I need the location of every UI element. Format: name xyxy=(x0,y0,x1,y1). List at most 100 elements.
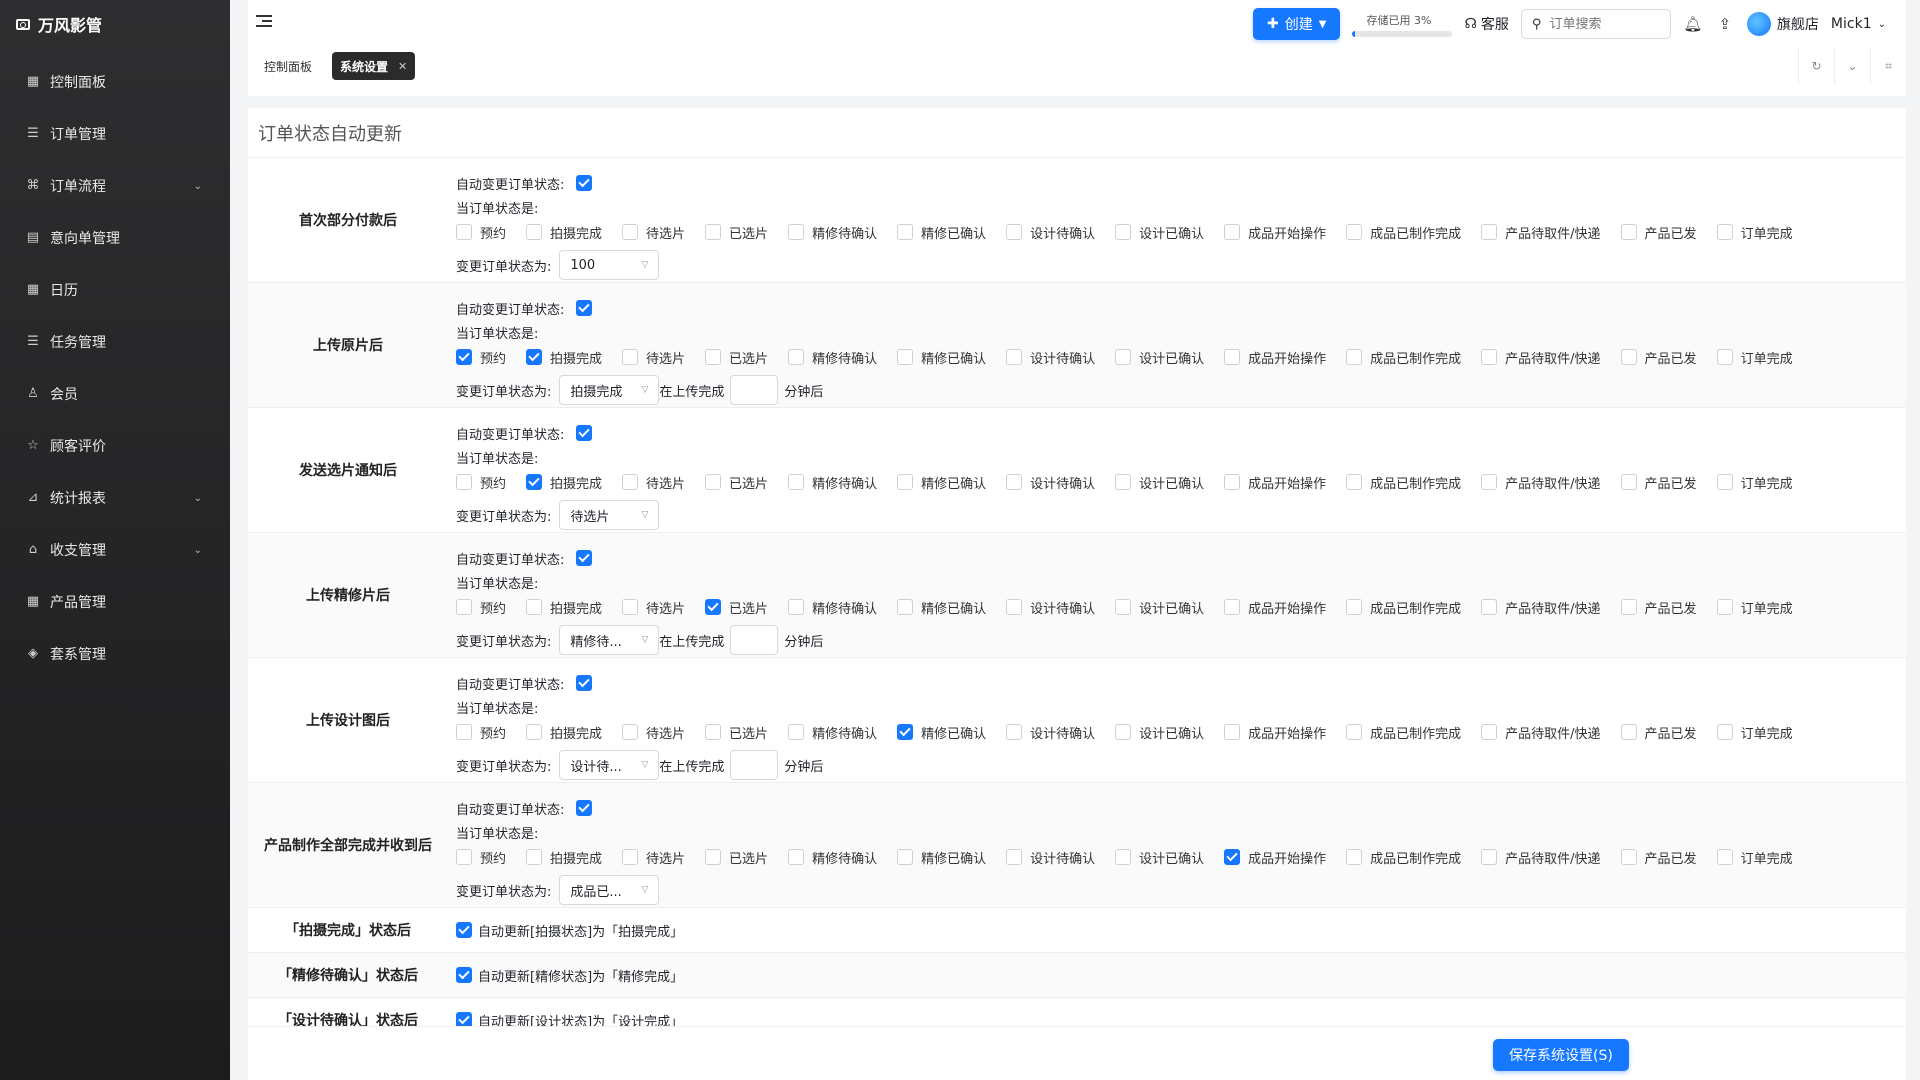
status-option[interactable]: 精修已确认 xyxy=(897,473,986,492)
status-option[interactable]: 待选片 xyxy=(622,723,685,742)
status-option[interactable]: 已选片 xyxy=(705,723,768,742)
target-status-select[interactable]: 拍摄完成 ▽ xyxy=(559,375,660,405)
checkbox[interactable] xyxy=(456,474,472,490)
save-settings-button[interactable]: 保存系统设置(S) xyxy=(1493,1039,1629,1071)
status-option[interactable]: 设计已确认 xyxy=(1115,348,1204,367)
status-option[interactable]: 待选片 xyxy=(622,473,685,492)
status-option[interactable]: 成品开始操作 xyxy=(1224,723,1326,742)
auto-change-checkbox[interactable] xyxy=(576,675,593,691)
checkbox[interactable] xyxy=(1006,349,1023,365)
checkbox[interactable] xyxy=(705,599,722,615)
checkbox[interactable] xyxy=(705,849,722,865)
delay-minutes-input[interactable] xyxy=(730,375,779,405)
checkbox[interactable] xyxy=(456,349,472,365)
checkbox[interactable] xyxy=(526,599,543,615)
status-option[interactable]: 已选片 xyxy=(705,598,768,617)
support-button[interactable]: ☊ 客服 xyxy=(1464,14,1508,34)
status-option[interactable]: 已选片 xyxy=(705,223,768,242)
status-option[interactable]: 成品开始操作 xyxy=(1224,848,1326,867)
target-status-select[interactable]: 成品已... ▽ xyxy=(559,875,660,905)
checkbox[interactable] xyxy=(1115,349,1132,365)
status-option[interactable]: 设计已确认 xyxy=(1115,723,1204,742)
checkbox[interactable] xyxy=(526,724,543,740)
checkbox[interactable] xyxy=(1716,724,1733,740)
status-option[interactable]: 产品已发 xyxy=(1620,848,1697,867)
status-option[interactable]: 拍摄完成 xyxy=(526,473,602,492)
checkbox[interactable] xyxy=(1224,599,1241,615)
checkbox[interactable] xyxy=(456,724,472,740)
sidebar-item[interactable]: ▦ 控制面板 xyxy=(0,56,230,108)
status-option[interactable]: 成品开始操作 xyxy=(1224,598,1326,617)
status-option[interactable]: 产品已发 xyxy=(1620,598,1697,617)
sidebar-item[interactable]: ▦ 产品管理 xyxy=(0,576,230,628)
checkbox[interactable] xyxy=(1115,849,1132,865)
status-option[interactable]: 待选片 xyxy=(622,348,685,367)
checkbox[interactable] xyxy=(1481,724,1498,740)
status-option[interactable]: 设计已确认 xyxy=(1115,223,1204,242)
status-option[interactable]: 拍摄完成 xyxy=(526,723,602,742)
refresh-icon[interactable]: ↻ xyxy=(1798,48,1834,84)
sidebar-item[interactable]: ⌂ 收支管理 ⌄ xyxy=(0,524,230,576)
status-option[interactable]: 精修待确认 xyxy=(788,473,877,492)
status-option[interactable]: 产品待取件/快递 xyxy=(1481,848,1601,867)
checkbox[interactable] xyxy=(897,224,914,240)
status-option[interactable]: 成品已制作完成 xyxy=(1346,348,1461,367)
sidebar-item[interactable]: ▦ 日历 xyxy=(0,264,230,316)
delay-minutes-input[interactable] xyxy=(730,625,779,655)
search-input[interactable] xyxy=(1549,16,1650,32)
checkbox[interactable] xyxy=(788,474,805,490)
sidebar-item[interactable]: ☆ 顾客评价 xyxy=(0,420,230,472)
checkbox[interactable] xyxy=(1006,849,1023,865)
checkbox[interactable] xyxy=(526,224,543,240)
checkbox[interactable] xyxy=(788,599,805,615)
status-option[interactable]: 设计待确认 xyxy=(1006,473,1095,492)
close-icon[interactable]: ✕ xyxy=(398,60,407,73)
checkbox[interactable] xyxy=(1716,599,1733,615)
status-option[interactable]: 精修已确认 xyxy=(897,848,986,867)
checkbox[interactable] xyxy=(622,474,639,490)
target-status-select[interactable]: 精修待... ▽ xyxy=(559,625,660,655)
checkbox[interactable] xyxy=(1224,224,1241,240)
status-option[interactable]: 预约 xyxy=(456,723,506,742)
status-option[interactable]: 产品待取件/快递 xyxy=(1481,348,1601,367)
status-option[interactable]: 预约 xyxy=(456,223,506,242)
checkbox[interactable] xyxy=(1006,224,1023,240)
checkbox[interactable] xyxy=(1481,849,1498,865)
delay-minutes-input[interactable] xyxy=(730,750,779,780)
sidebar-item[interactable]: ⌘ 订单流程 ⌄ xyxy=(0,160,230,212)
status-option[interactable]: 拍摄完成 xyxy=(526,598,602,617)
checkbox[interactable] xyxy=(1346,599,1363,615)
status-option[interactable]: 成品已制作完成 xyxy=(1346,598,1461,617)
checkbox[interactable] xyxy=(1224,849,1241,865)
checkbox[interactable] xyxy=(1620,474,1637,490)
status-option[interactable]: 成品开始操作 xyxy=(1224,348,1326,367)
target-status-select[interactable]: 待选片 ▽ xyxy=(559,500,660,530)
checkbox[interactable] xyxy=(456,224,472,240)
status-option[interactable]: 预约 xyxy=(456,848,506,867)
status-option[interactable]: 成品开始操作 xyxy=(1224,223,1326,242)
checkbox[interactable] xyxy=(705,474,722,490)
checkbox[interactable] xyxy=(897,599,914,615)
checkbox[interactable] xyxy=(1716,224,1733,240)
checkbox[interactable] xyxy=(1620,599,1637,615)
checkbox[interactable] xyxy=(788,849,805,865)
auto-change-checkbox[interactable] xyxy=(576,550,593,566)
status-option[interactable]: 设计待确认 xyxy=(1006,848,1095,867)
status-option[interactable]: 订单完成 xyxy=(1716,723,1793,742)
status-option[interactable]: 精修待确认 xyxy=(788,723,877,742)
chevron-down-icon[interactable]: ⌄ xyxy=(1834,48,1870,84)
checkbox[interactable] xyxy=(456,599,472,615)
status-option[interactable]: 设计已确认 xyxy=(1115,848,1204,867)
status-option[interactable]: 产品已发 xyxy=(1620,473,1697,492)
status-option[interactable]: 成品已制作完成 xyxy=(1346,848,1461,867)
checkbox[interactable] xyxy=(1620,849,1637,865)
auto-change-checkbox[interactable] xyxy=(576,175,593,191)
checkbox[interactable] xyxy=(1115,474,1132,490)
status-option[interactable]: 设计待确认 xyxy=(1006,598,1095,617)
checkbox[interactable] xyxy=(526,849,543,865)
checkbox[interactable] xyxy=(1716,349,1733,365)
checkbox[interactable] xyxy=(526,349,543,365)
upload-icon[interactable]: ⇪ xyxy=(1715,15,1735,33)
checkbox[interactable] xyxy=(622,849,639,865)
status-option[interactable]: 设计待确认 xyxy=(1006,723,1095,742)
